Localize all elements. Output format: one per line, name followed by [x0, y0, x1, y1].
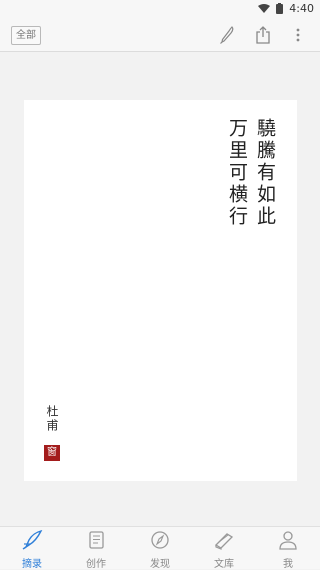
tab-label: 我: [283, 559, 293, 570]
top-toolbar: 全部: [0, 18, 320, 52]
tab-library[interactable]: 文库: [192, 527, 256, 570]
share-icon[interactable]: [251, 23, 275, 47]
quill-icon: [21, 529, 43, 554]
quote-card[interactable]: 驍騰有如此 万里可横行 杜甫 窗: [24, 100, 297, 481]
tab-label: 发现: [150, 559, 170, 570]
books-icon: [213, 530, 235, 554]
filter-all-button[interactable]: 全部: [11, 26, 41, 45]
person-icon: [277, 530, 299, 554]
tab-label: 创作: [86, 559, 106, 570]
more-options-icon[interactable]: [286, 23, 310, 47]
bottom-tab-bar: 摘录 创作 发现 文库 我: [0, 526, 320, 570]
wifi-icon: [258, 3, 271, 14]
compass-icon: [149, 530, 171, 554]
tab-create[interactable]: 创作: [64, 527, 128, 570]
poem-line-1: 驍騰有如此: [254, 118, 276, 228]
tab-label: 文库: [214, 559, 234, 570]
notebook-icon: [85, 530, 107, 554]
battery-icon: [276, 3, 284, 14]
tab-me[interactable]: 我: [256, 527, 320, 570]
poem-text: 驍騰有如此 万里可横行: [33, 118, 277, 228]
tab-excerpts[interactable]: 摘录: [0, 527, 64, 570]
tab-label: 摘录: [22, 559, 42, 570]
seal-stamp: 窗: [44, 445, 60, 461]
author-name: 杜甫: [45, 405, 59, 433]
clock-time: 4:40: [289, 2, 314, 15]
pen-icon[interactable]: [215, 23, 239, 47]
poem-line-2: 万里可横行: [226, 118, 248, 228]
tab-discover[interactable]: 发现: [128, 527, 192, 570]
status-bar: 4:40: [0, 0, 320, 18]
